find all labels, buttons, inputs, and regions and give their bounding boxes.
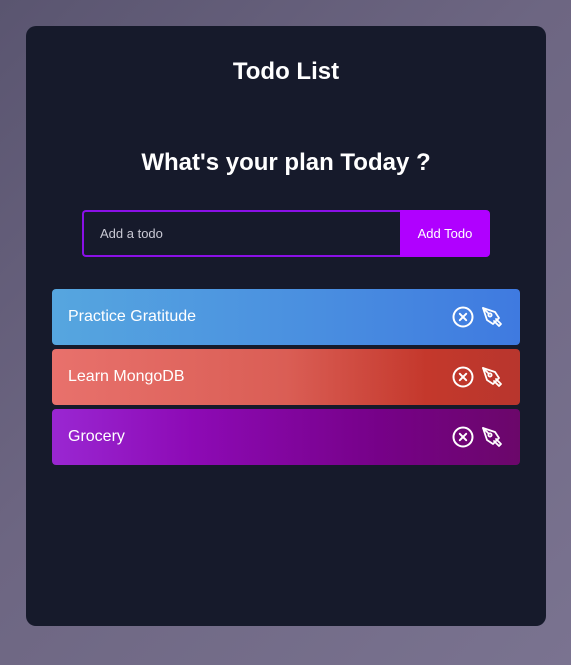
todo-form: Add Todo bbox=[82, 210, 490, 257]
todo-item-text: Learn MongoDB bbox=[68, 368, 185, 385]
close-circle-icon[interactable] bbox=[451, 365, 475, 389]
close-circle-icon[interactable] bbox=[451, 305, 475, 329]
todo-item-actions bbox=[451, 289, 504, 345]
todo-item-actions bbox=[451, 349, 504, 405]
todo-item[interactable]: Learn MongoDB bbox=[52, 349, 520, 405]
todo-app-card: Todo List What's your plan Today ? Add T… bbox=[26, 26, 546, 626]
todo-input[interactable] bbox=[82, 210, 400, 257]
todo-item-actions bbox=[451, 409, 504, 465]
pen-nib-icon[interactable] bbox=[480, 305, 504, 329]
todo-item[interactable]: Grocery bbox=[52, 409, 520, 465]
close-circle-icon[interactable] bbox=[451, 425, 475, 449]
app-title: Todo List bbox=[232, 58, 340, 85]
plan-heading: What's your plan Today ? bbox=[141, 149, 431, 176]
todo-item-text: Grocery bbox=[68, 428, 125, 445]
add-todo-button[interactable]: Add Todo bbox=[400, 210, 490, 257]
todo-item[interactable]: Practice Gratitude bbox=[52, 289, 520, 345]
todo-item-text: Practice Gratitude bbox=[68, 308, 197, 325]
pen-nib-icon[interactable] bbox=[480, 365, 504, 389]
pen-nib-icon[interactable] bbox=[480, 425, 504, 449]
todo-list: Practice Gratitude Learn MongoDB Grocery bbox=[52, 289, 520, 469]
